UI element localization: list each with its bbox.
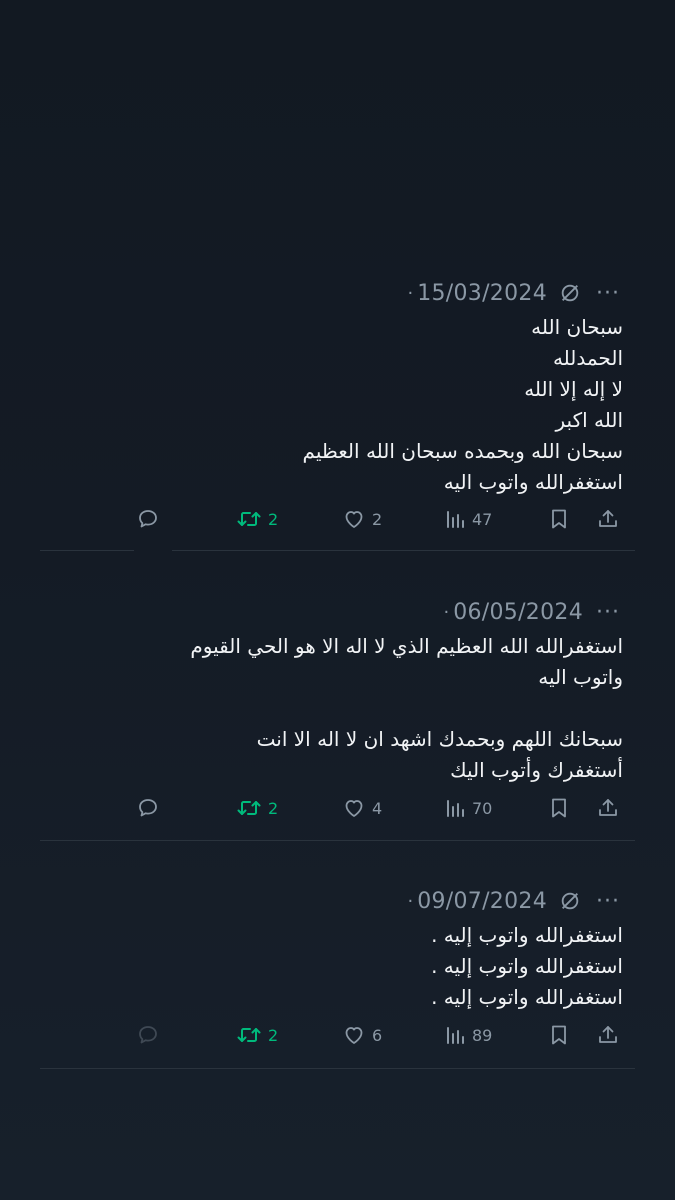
tweet-divider <box>40 1068 635 1069</box>
tweet-date[interactable]: 15/03/2024 <box>417 281 547 306</box>
more-dots-icon[interactable]: ··· <box>593 281 623 306</box>
bar-chart-icon <box>447 1027 464 1044</box>
bookmark-icon <box>552 1025 566 1045</box>
tweet-date[interactable]: 09/07/2024 <box>417 889 547 914</box>
reply-button[interactable] <box>136 1020 160 1050</box>
like-count: 2 <box>372 509 383 529</box>
retweet-count: 2 <box>268 1025 279 1045</box>
heart-icon <box>345 511 363 528</box>
retweet-count: 2 <box>268 798 279 818</box>
view-count: 89 <box>472 1025 493 1045</box>
speech-bubble-icon <box>139 1026 157 1044</box>
retweet-button[interactable]: 2 <box>236 793 278 823</box>
share-button[interactable] <box>596 1020 620 1050</box>
share-button[interactable] <box>596 504 620 534</box>
retweet-arrows-icon <box>237 512 261 526</box>
like-button[interactable]: 2 <box>342 504 382 534</box>
tweet-text-line: الله اكبر <box>555 408 624 432</box>
share-button[interactable] <box>596 793 620 823</box>
share-upload-icon <box>599 799 617 816</box>
tweet-text-line: واتوب اليه <box>538 665 623 689</box>
speech-bubble-icon <box>139 799 157 817</box>
tweet-date[interactable]: 06/05/2024 <box>453 600 583 625</box>
retweet-arrows-icon <box>237 801 261 815</box>
tweet-text: سبحان الله الحمدلله لا إله إلا الله الله… <box>63 312 623 498</box>
heart-icon <box>345 800 363 817</box>
globe-slash-icon[interactable] <box>557 888 583 914</box>
like-button[interactable]: 4 <box>342 793 382 823</box>
tweet-meta: · 15/03/2024 ··· <box>407 278 623 308</box>
bar-chart-icon <box>447 511 464 528</box>
tweet-text-line: استغفرالله واتوب إليه . <box>431 923 623 947</box>
tweet-divider <box>172 550 635 551</box>
tweet-text-line: سبحان الله وبحمده سبحان الله العظيم <box>302 439 623 463</box>
like-count: 6 <box>372 1025 383 1045</box>
views-button[interactable]: 70 <box>444 793 492 823</box>
tweet-feed: · 15/03/2024 ··· سبحان الله الحمدلله لا … <box>0 0 675 1200</box>
views-button[interactable]: 47 <box>444 504 492 534</box>
bookmark-button[interactable] <box>548 793 570 823</box>
tweet-text-line: سبحان الله <box>531 315 623 339</box>
tweet-actions: 2 4 70 <box>40 793 635 823</box>
share-upload-icon <box>599 1026 617 1043</box>
tweet-divider <box>40 840 635 841</box>
retweet-button[interactable]: 2 <box>236 1020 278 1050</box>
tweet-actions: 2 6 89 <box>40 1020 635 1050</box>
globe-slash-icon[interactable] <box>557 280 583 306</box>
tweet-meta: · 09/07/2024 ··· <box>407 886 623 916</box>
bookmark-icon <box>552 798 566 818</box>
tweet-text-line: الحمدلله <box>552 346 623 370</box>
bar-chart-icon <box>447 800 464 817</box>
tweet-text-line: سبحانك اللهم وبحمدك اشهد ان لا اله الا ا… <box>256 727 623 751</box>
view-count: 47 <box>472 509 493 529</box>
more-dots-icon[interactable]: ··· <box>593 600 623 625</box>
tweet-text-line: أستغفرك وأتوب اليك <box>450 758 623 782</box>
view-count: 70 <box>472 798 493 818</box>
tweet-divider <box>40 550 134 551</box>
meta-separator-dot: · <box>407 890 414 912</box>
tweet-text-line: لا إله إلا الله <box>524 377 623 401</box>
like-count: 4 <box>372 798 383 818</box>
more-dots-icon[interactable]: ··· <box>593 889 623 914</box>
tweet-meta: · 06/05/2024 ··· <box>443 597 623 627</box>
tweet-text-line: استغفرالله واتوب إليه . <box>431 985 623 1009</box>
tweet-text-line: استغفرالله الله العظيم الذي لا اله الا ه… <box>190 634 623 658</box>
tweet-text-line: استغفرالله واتوب اليه <box>443 470 623 494</box>
speech-bubble-icon <box>139 510 157 528</box>
tweet-text: استغفرالله الله العظيم الذي لا اله الا ه… <box>63 631 623 786</box>
tweet-text-line: استغفرالله واتوب إليه . <box>431 954 623 978</box>
tweet-text: استغفرالله واتوب إليه . استغفرالله واتوب… <box>63 920 623 1013</box>
bookmark-button[interactable] <box>548 504 570 534</box>
meta-separator-dot: · <box>443 601 450 623</box>
reply-button[interactable] <box>136 793 160 823</box>
reply-button[interactable] <box>136 504 160 534</box>
retweet-button[interactable]: 2 <box>236 504 278 534</box>
retweet-arrows-icon <box>237 1028 261 1042</box>
meta-separator-dot: · <box>407 282 414 304</box>
retweet-count: 2 <box>268 509 279 529</box>
bookmark-button[interactable] <box>548 1020 570 1050</box>
like-button[interactable]: 6 <box>342 1020 382 1050</box>
bookmark-icon <box>552 509 566 529</box>
heart-icon <box>345 1027 363 1044</box>
views-button[interactable]: 89 <box>444 1020 492 1050</box>
share-upload-icon <box>599 510 617 527</box>
tweet-actions: 2 2 47 <box>40 504 635 534</box>
